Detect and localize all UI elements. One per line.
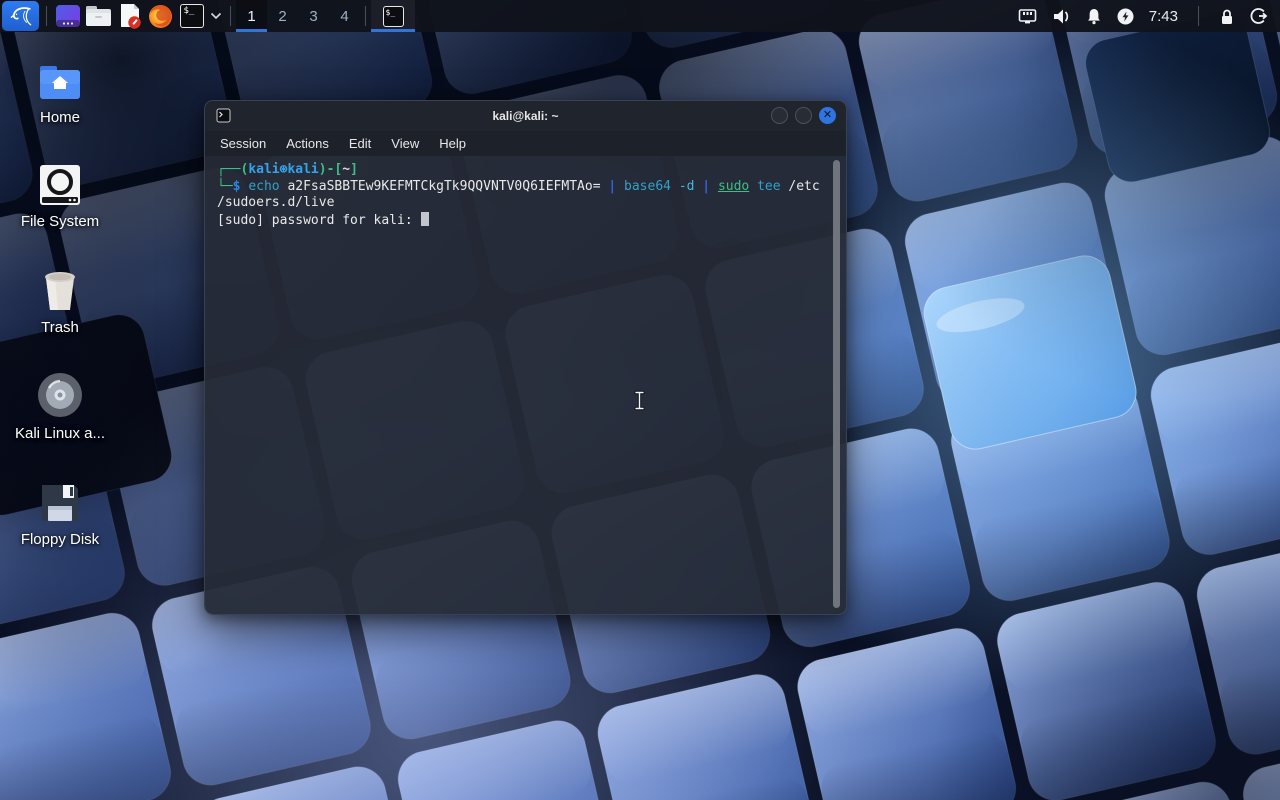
terminal-line: ┌──(kali⊛kali)-[~] [217, 162, 834, 179]
workspace-3[interactable]: 3 [298, 0, 329, 32]
terminal-cursor [421, 212, 429, 226]
separator [46, 6, 47, 26]
minimize-button[interactable] [771, 107, 788, 124]
desktop: Home File System Trash [0, 0, 1280, 800]
workspace-2[interactable]: 2 [267, 0, 298, 32]
terminal-text [616, 179, 624, 194]
desktop-icon-trash[interactable]: Trash [12, 266, 108, 336]
terminal-text: kali [287, 162, 318, 177]
app-window-icon[interactable] [52, 0, 83, 32]
drive-icon [39, 160, 81, 206]
terminal-text: ~ [342, 162, 350, 177]
folder-home-icon [37, 56, 83, 102]
top-panel: $_ 1 2 3 4 $_ [0, 0, 1280, 32]
firefox-icon[interactable] [145, 0, 176, 32]
file-manager-icon[interactable] [83, 0, 114, 32]
desktop-icon-label: Trash [41, 319, 79, 336]
menu-actions[interactable]: Actions [277, 133, 338, 154]
terminal-text: ┌──( [217, 162, 248, 177]
terminal-text: /etc [781, 179, 820, 194]
terminal-text: /sudoers.d/live [217, 195, 334, 210]
terminal-text: )-[ [319, 162, 342, 177]
terminal-line: └─$ echo a2FsaSBBTEw9KEFMTCkgTk9QQVNTV0Q… [217, 179, 834, 196]
window-titlebar[interactable]: kali@kali: ~ ✕ [205, 101, 846, 131]
terminal-text [671, 179, 679, 194]
separator [1198, 6, 1199, 26]
workspace-1[interactable]: 1 [236, 0, 267, 32]
desktop-icon-label: File System [21, 213, 99, 230]
terminal-text: ] [350, 162, 358, 177]
terminal-text: | [608, 179, 616, 194]
desktop-icon-label: Home [40, 109, 80, 126]
terminal-text: -d [679, 179, 695, 194]
terminal-icon [216, 108, 231, 128]
terminal-line: /sudoers.d/live [217, 195, 834, 212]
clock[interactable]: 7:43 [1149, 8, 1178, 25]
menu-view[interactable]: View [382, 133, 428, 154]
terminal-text [710, 179, 718, 194]
terminal-text: [sudo] password for kali: [217, 213, 421, 228]
desktop-icon-file-system[interactable]: File System [12, 160, 108, 230]
text-editor-icon[interactable] [114, 0, 145, 32]
separator [365, 6, 366, 26]
volume-icon[interactable] [1052, 8, 1071, 25]
floppy-icon [39, 478, 81, 524]
lock-icon[interactable] [1219, 8, 1235, 25]
kali-logo-icon[interactable] [2, 1, 39, 31]
terminal-text [749, 179, 757, 194]
separator [230, 6, 231, 26]
menu-help[interactable]: Help [430, 133, 475, 154]
desktop-icon-floppy[interactable]: Floppy Disk [12, 478, 108, 548]
terminal-text: tee [757, 179, 780, 194]
logout-icon[interactable] [1250, 7, 1268, 25]
scrollbar-thumb[interactable] [833, 160, 840, 608]
workspace-4[interactable]: 4 [329, 0, 360, 32]
terminal-text: base64 [624, 179, 671, 194]
terminal-output: ┌──(kali⊛kali)-[~]└─$ echo a2FsaSBBTEw9K… [217, 162, 834, 229]
window-title: kali@kali: ~ [205, 109, 846, 123]
terminal-glyph: $_ [180, 4, 204, 28]
maximize-button[interactable] [795, 107, 812, 124]
terminal-viewport[interactable]: ┌──(kali⊛kali)-[~]└─$ echo a2FsaSBBTEw9K… [205, 156, 846, 615]
taskbar-terminal-button[interactable]: $_ [371, 0, 415, 32]
window-menubar: Session Actions Edit View Help [205, 131, 846, 156]
cd-disc-icon [37, 372, 83, 418]
desktop-icon-home[interactable]: Home [12, 56, 108, 126]
terminal-window: kali@kali: ~ ✕ Session Actions Edit View… [204, 100, 847, 615]
terminal-text: | [702, 179, 710, 194]
terminal-text: a2FsaSBBTEw9KEFMTCkgTk9QQVNTV0Q6IEFMTAo= [280, 179, 609, 194]
menu-edit[interactable]: Edit [340, 133, 380, 154]
notifications-icon[interactable] [1086, 8, 1102, 25]
terminal-icon: $_ [383, 6, 404, 27]
network-icon[interactable] [1018, 8, 1037, 25]
desktop-icon-label: Floppy Disk [21, 531, 99, 548]
close-button[interactable]: ✕ [819, 107, 836, 124]
desktop-icon-label: Kali Linux a... [15, 425, 105, 442]
terminal-text: sudo [718, 179, 749, 194]
mouse-cursor-ibeam [632, 390, 647, 416]
chevron-down-icon[interactable] [207, 0, 225, 32]
terminal-line: [sudo] password for kali: [217, 212, 834, 230]
menu-session[interactable]: Session [211, 133, 275, 154]
terminal-text: └─ [217, 179, 233, 194]
power-manager-icon[interactable] [1117, 8, 1134, 25]
terminal-text: kali [248, 162, 279, 177]
terminal-icon[interactable]: $_ [176, 0, 207, 32]
trash-icon [40, 266, 80, 312]
desktop-icon-kali-cd[interactable]: Kali Linux a... [12, 372, 108, 442]
terminal-text: echo [248, 179, 279, 194]
